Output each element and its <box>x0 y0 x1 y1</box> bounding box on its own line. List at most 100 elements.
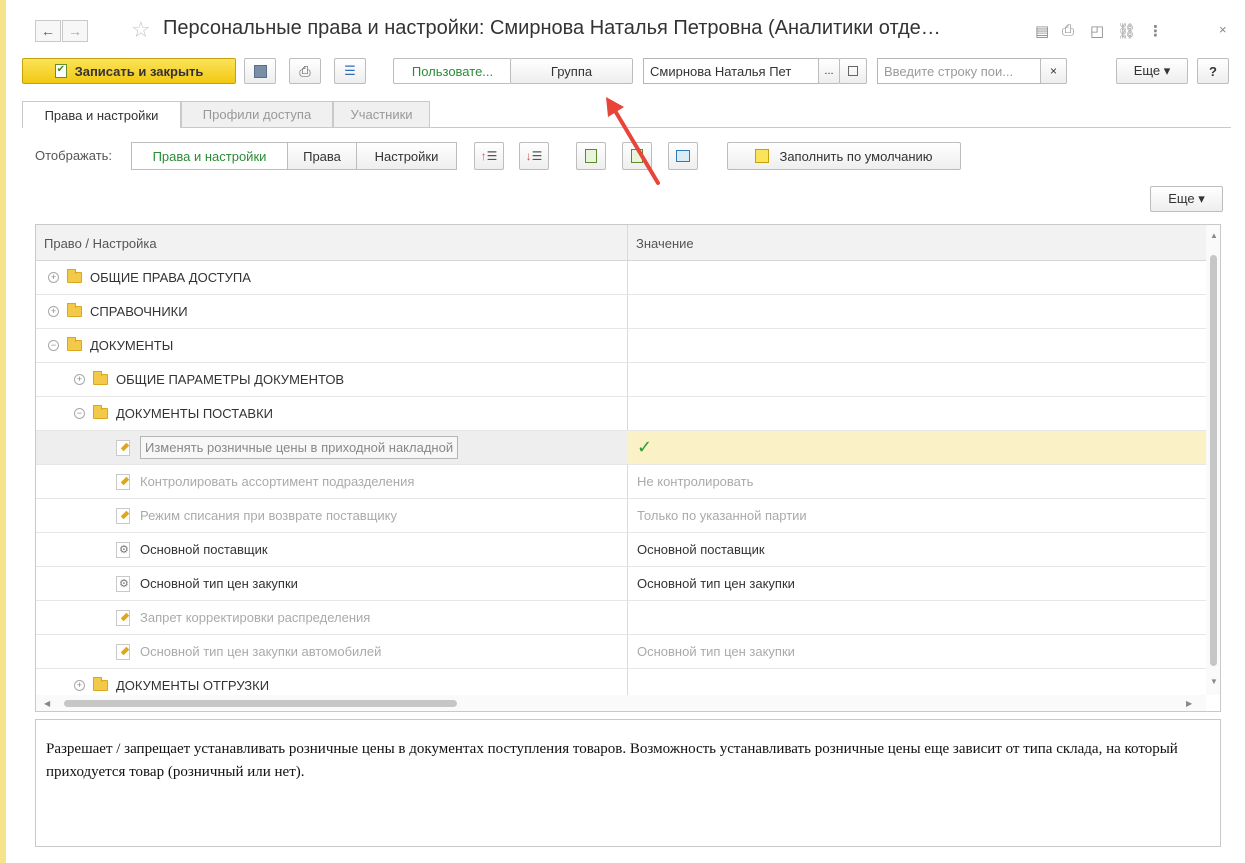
cell-right[interactable]: Основной поставщик <box>36 533 627 566</box>
cell-right[interactable]: Основной тип цен закупки <box>36 567 627 600</box>
search-placeholder: Введите строку пои... <box>884 63 1014 79</box>
scroll-left-icon[interactable]: ◀ <box>44 699 50 708</box>
favorite-star-icon[interactable]: ☆ <box>131 17 151 43</box>
folder-row[interactable]: + ОБЩИЕ ПАРАМЕТРЫ ДОКУМЕНТОВ <box>36 363 1206 397</box>
transfer-icon <box>676 150 690 162</box>
horizontal-scrollbar[interactable]: ◀ ▶ <box>36 695 1206 711</box>
right-edit-icon <box>116 473 130 490</box>
collapse-icon[interactable]: − <box>74 408 85 419</box>
cell-right[interactable]: Контролировать ассортимент подразделения <box>36 465 627 498</box>
mode-group-button[interactable]: Группа <box>510 58 633 84</box>
user-field-value: Смирнова Наталья Пет <box>650 63 792 79</box>
fill-default-label: Заполнить по умолчанию <box>779 148 933 164</box>
column-header-value[interactable]: Значение <box>628 225 1206 261</box>
cell-value[interactable] <box>628 363 1206 396</box>
setting-label: Изменять розничные цены в приходной накл… <box>140 436 459 459</box>
expand-icon[interactable]: + <box>48 306 59 317</box>
sort-descending-button[interactable]: ↓☰ <box>519 142 549 170</box>
arrow-right-icon: → <box>68 23 82 39</box>
list-button[interactable]: ☰ <box>334 58 366 84</box>
cell-right[interactable]: + ОБЩИЕ ПАРАМЕТРЫ ДОКУМЕНТОВ <box>36 363 627 396</box>
setting-row[interactable]: Основной тип цен закупки автомобилей Осно… <box>36 635 1206 669</box>
column-header-right[interactable]: Право / Настройка <box>36 225 627 261</box>
cell-right[interactable]: − ДОКУМЕНТЫ <box>36 329 627 362</box>
cell-value[interactable]: Не контролировать <box>628 465 1206 498</box>
setting-row[interactable]: Режим списания при возврате поставщику То… <box>36 499 1206 533</box>
cell-value[interactable]: Основной тип цен закупки <box>628 635 1206 668</box>
scroll-down-icon[interactable]: ▼ <box>1210 677 1218 686</box>
user-open-button[interactable] <box>839 58 867 84</box>
folder-row[interactable]: + ОБЩИЕ ПРАВА ДОСТУПА <box>36 261 1206 295</box>
scroll-up-icon[interactable]: ▲ <box>1210 231 1218 240</box>
tab-members[interactable]: Участники <box>333 101 430 127</box>
search-input[interactable]: Введите строку пои... <box>877 58 1041 84</box>
cell-right[interactable]: + ОБЩИЕ ПРАВА ДОСТУПА <box>36 261 627 294</box>
cell-value[interactable] <box>628 329 1206 362</box>
cell-value[interactable]: ✓ <box>628 431 1206 464</box>
save-icon[interactable]: ▤ <box>1035 22 1049 40</box>
value-text: Только по указанной партии <box>637 508 807 523</box>
horizontal-scroll-thumb[interactable] <box>64 700 457 707</box>
cell-value[interactable] <box>628 295 1206 328</box>
link-icon[interactable]: ⛓ <box>1117 22 1136 40</box>
value-text: Не контролировать <box>637 474 754 489</box>
tab-rights-settings[interactable]: Права и настройки <box>22 101 181 128</box>
print-button[interactable]: ⎙ <box>289 58 321 84</box>
cell-right[interactable]: − ДОКУМЕНТЫ ПОСТАВКИ <box>36 397 627 430</box>
setting-row[interactable]: Контролировать ассортимент подразделения… <box>36 465 1206 499</box>
expand-icon[interactable]: + <box>48 272 59 283</box>
preview-icon[interactable]: ◰ <box>1090 22 1104 40</box>
user-field[interactable]: Смирнова Наталья Пет <box>643 58 819 84</box>
expand-icon[interactable]: + <box>74 680 85 691</box>
cell-value[interactable] <box>628 397 1206 430</box>
save-button[interactable] <box>244 58 276 84</box>
print-icon[interactable]: ⎙ <box>1062 22 1074 39</box>
cell-value[interactable] <box>628 601 1206 634</box>
save-close-button[interactable]: ✔ Записать и закрыть <box>22 58 236 84</box>
cell-right[interactable]: Режим списания при возврате поставщику <box>36 499 627 532</box>
transfer-button[interactable] <box>668 142 698 170</box>
cell-right[interactable]: Запрет корректировки распределения <box>36 601 627 634</box>
search-clear-button[interactable]: × <box>1040 58 1067 84</box>
display-rights-settings[interactable]: Права и настройки <box>131 142 288 170</box>
folder-row[interactable]: − ДОКУМЕНТЫ <box>36 329 1206 363</box>
vertical-scroll-thumb[interactable] <box>1210 255 1217 666</box>
folder-row[interactable]: − ДОКУМЕНТЫ ПОСТАВКИ <box>36 397 1206 431</box>
setting-row[interactable]: Основной тип цен закупки Основной тип цен… <box>36 567 1206 601</box>
setting-row[interactable]: Запрет корректировки распределения <box>36 601 1206 635</box>
display-settings[interactable]: Настройки <box>356 142 457 170</box>
cell-right[interactable]: Основной тип цен закупки автомобилей <box>36 635 627 668</box>
tab-access-profiles[interactable]: Профили доступа <box>181 101 333 127</box>
folder-row[interactable]: + СПРАВОЧНИКИ <box>36 295 1206 329</box>
more-vertical-icon[interactable]: ⋮ <box>1148 22 1163 40</box>
user-select-button[interactable]: ... <box>818 58 840 84</box>
scroll-right-icon[interactable]: ▶ <box>1186 699 1192 708</box>
sort-ascending-button[interactable]: ↑☰ <box>474 142 504 170</box>
grid-more-button[interactable]: Еще ▾ <box>1150 186 1223 212</box>
back-button[interactable]: ← <box>35 20 61 42</box>
folder-icon <box>93 677 108 691</box>
collapse-icon[interactable]: − <box>48 340 59 351</box>
folder-label: ОБЩИЕ ПРАВА ДОСТУПА <box>90 270 251 285</box>
cell-value[interactable]: Только по указанной партии <box>628 499 1206 532</box>
open-window-icon <box>848 66 858 76</box>
cell-right[interactable]: Изменять розничные цены в приходной накл… <box>36 431 627 464</box>
fill-default-button[interactable]: Заполнить по умолчанию <box>727 142 961 170</box>
setting-row[interactable]: Основной поставщик Основной поставщик <box>36 533 1206 567</box>
cell-value[interactable]: Основной тип цен закупки <box>628 567 1206 600</box>
vertical-scrollbar[interactable]: ▲ ▼ <box>1206 225 1220 695</box>
folder-label: ДОКУМЕНТЫ ОТГРУЗКИ <box>116 678 270 693</box>
help-button[interactable]: ? <box>1197 58 1229 84</box>
more-actions-button[interactable]: Еще ▾ <box>1116 58 1188 84</box>
setting-row[interactable]: Изменять розничные цены в приходной накл… <box>36 431 1206 465</box>
expand-icon[interactable]: + <box>74 374 85 385</box>
mode-user-button[interactable]: Пользовате... <box>393 58 511 84</box>
close-icon[interactable]: × <box>1219 22 1227 37</box>
display-rights[interactable]: Права <box>287 142 357 170</box>
forward-button[interactable]: → <box>62 20 88 42</box>
right-edit-icon <box>116 609 130 626</box>
cell-value[interactable] <box>628 261 1206 294</box>
cell-value[interactable]: Основной поставщик <box>628 533 1206 566</box>
cell-right[interactable]: + СПРАВОЧНИКИ <box>36 295 627 328</box>
folder-icon <box>93 405 108 419</box>
